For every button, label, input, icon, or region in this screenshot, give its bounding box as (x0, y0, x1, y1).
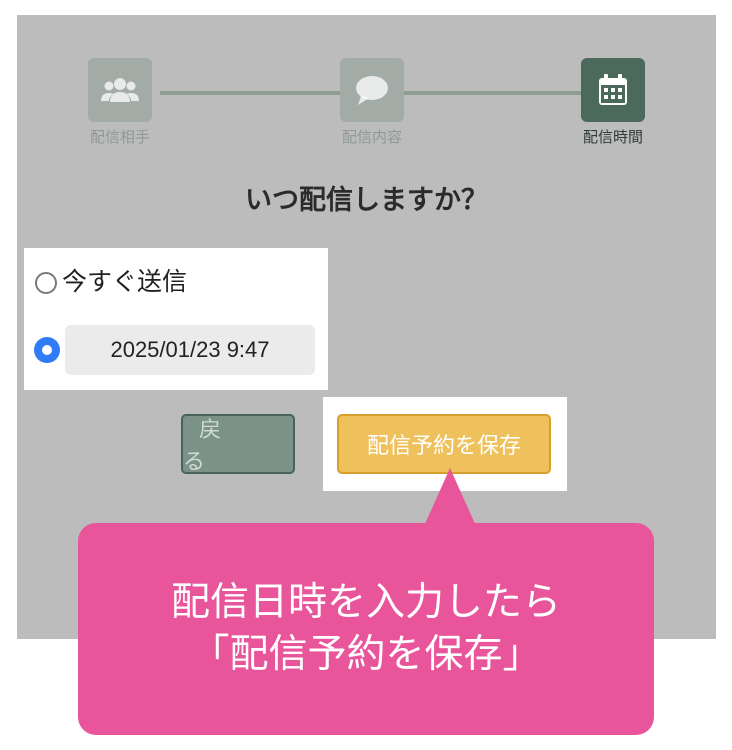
callout-line-2: 「配信予約を保存」 (190, 632, 542, 677)
users-icon (101, 75, 139, 105)
delivery-options: 今すぐ送信 2025/01/23 9:47 (24, 248, 328, 390)
send-now-label[interactable]: 今すぐ送信 (62, 262, 187, 298)
step-content[interactable] (340, 58, 404, 122)
instruction-callout: 配信日時を入力したら 「配信予約を保存」 (78, 523, 654, 735)
step-connector (160, 91, 342, 95)
send-now-radio[interactable] (35, 272, 57, 294)
callout-pointer (424, 468, 476, 526)
callout-line-1: 配信日時を入力したら (170, 580, 561, 625)
step-schedule[interactable] (581, 58, 645, 122)
calendar-icon (598, 74, 628, 106)
chat-bubble-icon (355, 74, 389, 106)
step-label-schedule: 配信時間 (582, 128, 643, 146)
scheduled-radio[interactable] (34, 337, 60, 363)
step-label-content: 配信内容 (341, 128, 402, 146)
save-schedule-button[interactable]: 配信予約を保存 (337, 414, 551, 474)
step-recipients[interactable] (88, 58, 152, 122)
step-label-recipients: 配信相手 (89, 128, 150, 146)
back-button[interactable]: 戻 る (181, 414, 295, 475)
datetime-input[interactable]: 2025/01/23 9:47 (65, 325, 315, 375)
page-title: いつ配信しますか？ (245, 185, 488, 216)
step-connector (404, 91, 584, 95)
